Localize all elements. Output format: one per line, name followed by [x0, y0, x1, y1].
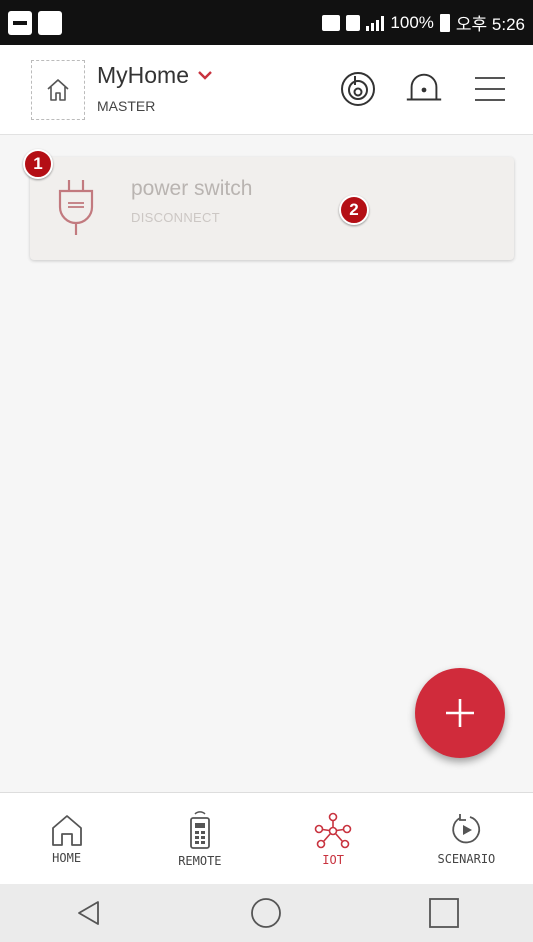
minus-notification-icon — [8, 10, 32, 35]
scenario-play-icon — [452, 813, 481, 843]
battery-icon — [439, 13, 450, 32]
wifi-icon — [322, 14, 341, 31]
nav-label-remote: REMOTE — [178, 853, 222, 868]
home-icon — [47, 79, 69, 101]
notification-icons — [8, 10, 62, 35]
signal-icon — [366, 15, 385, 31]
home-circle-icon — [251, 898, 282, 928]
nav-tab-iot[interactable]: IOT — [267, 793, 400, 884]
home-button[interactable] — [31, 60, 85, 120]
home-selector[interactable]: MyHome MASTER — [97, 62, 213, 114]
siren-icon — [406, 73, 442, 101]
back-triangle-icon — [77, 901, 99, 925]
nav-label-home: HOME — [52, 850, 82, 865]
recents-button[interactable] — [414, 888, 474, 938]
sim-icon — [346, 14, 361, 31]
app-header: MyHome MASTER — [0, 45, 533, 135]
system-indicators: 100% 오후 5:26 — [322, 10, 525, 35]
battery-percent: 100% — [390, 12, 434, 32]
iot-device-list: power switch DISCONNECT 1 2 — [0, 135, 533, 792]
back-button[interactable] — [59, 888, 119, 938]
clock: 오후 5:26 — [455, 15, 525, 34]
plug-icon — [58, 180, 94, 235]
chevron-down-icon — [197, 66, 213, 86]
nav-label-scenario: SCENARIO — [437, 851, 496, 866]
step-badge-2: 2 — [339, 195, 369, 225]
step-badge-1: 1 — [23, 149, 53, 179]
system-navigation-bar — [0, 884, 533, 942]
nav-tab-remote[interactable]: REMOTE — [133, 793, 266, 884]
remote-control-icon — [189, 810, 210, 849]
hamburger-menu-icon — [475, 77, 505, 101]
home-system-button[interactable] — [236, 888, 296, 938]
device-name: power switch — [131, 177, 253, 200]
menu-button[interactable] — [469, 68, 511, 110]
nav-label-iot: IOT — [322, 852, 344, 867]
home-name: MyHome — [97, 62, 190, 88]
plus-icon — [446, 699, 474, 727]
alarm-button[interactable] — [403, 68, 445, 110]
network-hub-icon — [314, 812, 352, 848]
user-role: MASTER — [97, 98, 156, 114]
home-icon — [51, 814, 82, 846]
device-status: DISCONNECT — [131, 210, 220, 225]
device-card-power-switch[interactable]: power switch DISCONNECT — [30, 157, 514, 260]
recents-square-icon — [429, 898, 460, 928]
camera-button[interactable] — [337, 68, 379, 110]
blank-notification-icon — [38, 10, 62, 35]
status-bar: 100% 오후 5:26 — [0, 0, 533, 45]
nav-tab-home[interactable]: HOME — [0, 793, 133, 884]
add-device-button[interactable] — [415, 668, 505, 758]
bottom-navigation: HOME REMOTE IOT SCENARIO — [0, 792, 533, 884]
robot-camera-icon — [341, 72, 375, 106]
nav-tab-scenario[interactable]: SCENARIO — [400, 793, 533, 884]
